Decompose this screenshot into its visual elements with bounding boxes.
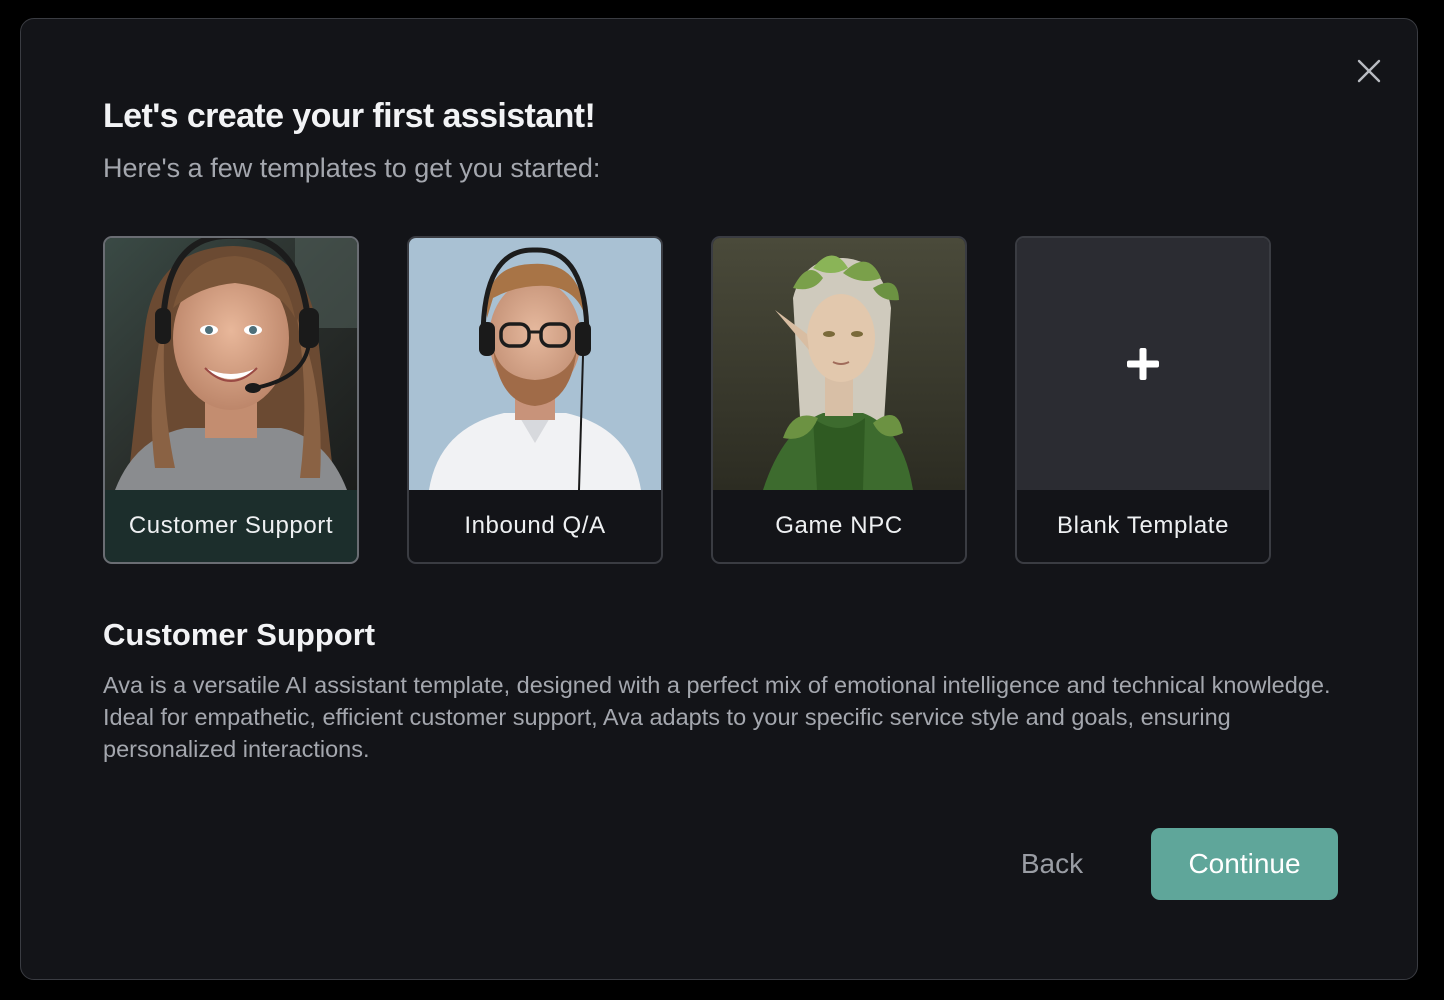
- woman-with-headset-photo: [105, 238, 357, 490]
- back-button[interactable]: Back: [996, 828, 1108, 900]
- template-card-game-npc[interactable]: Game NPC: [711, 236, 967, 564]
- man-with-headset-photo: [409, 238, 661, 490]
- continue-button[interactable]: Continue: [1151, 828, 1338, 900]
- create-assistant-dialog: Let's create your first assistant! Here'…: [20, 18, 1418, 980]
- template-card-customer-support[interactable]: Customer Support: [103, 236, 359, 564]
- selected-template-description: Ava is a versatile AI assistant template…: [103, 672, 1331, 762]
- close-icon: [1357, 59, 1381, 83]
- plus-icon: [1127, 348, 1159, 380]
- template-card-label: Blank Template: [1056, 512, 1230, 539]
- blank-template-preview: [1017, 238, 1269, 490]
- selected-template-title: Customer Support: [103, 617, 376, 652]
- template-card-label: Inbound Q/A: [464, 512, 606, 539]
- template-card-label: Game NPC: [775, 512, 903, 539]
- template-card-label: Customer Support: [128, 512, 334, 539]
- dialog-title: Let's create your first assistant!: [103, 97, 596, 135]
- close-button[interactable]: [1354, 56, 1384, 86]
- template-card-blank[interactable]: Blank Template: [1015, 236, 1271, 564]
- template-card-inbound-qa[interactable]: Inbound Q/A: [407, 236, 663, 564]
- template-list: Customer Support Inbound Q/A Game NPC Bl…: [103, 236, 1283, 566]
- dialog-subtitle: Here's a few templates to get you starte…: [103, 153, 601, 183]
- elf-character-illustration: [713, 238, 965, 490]
